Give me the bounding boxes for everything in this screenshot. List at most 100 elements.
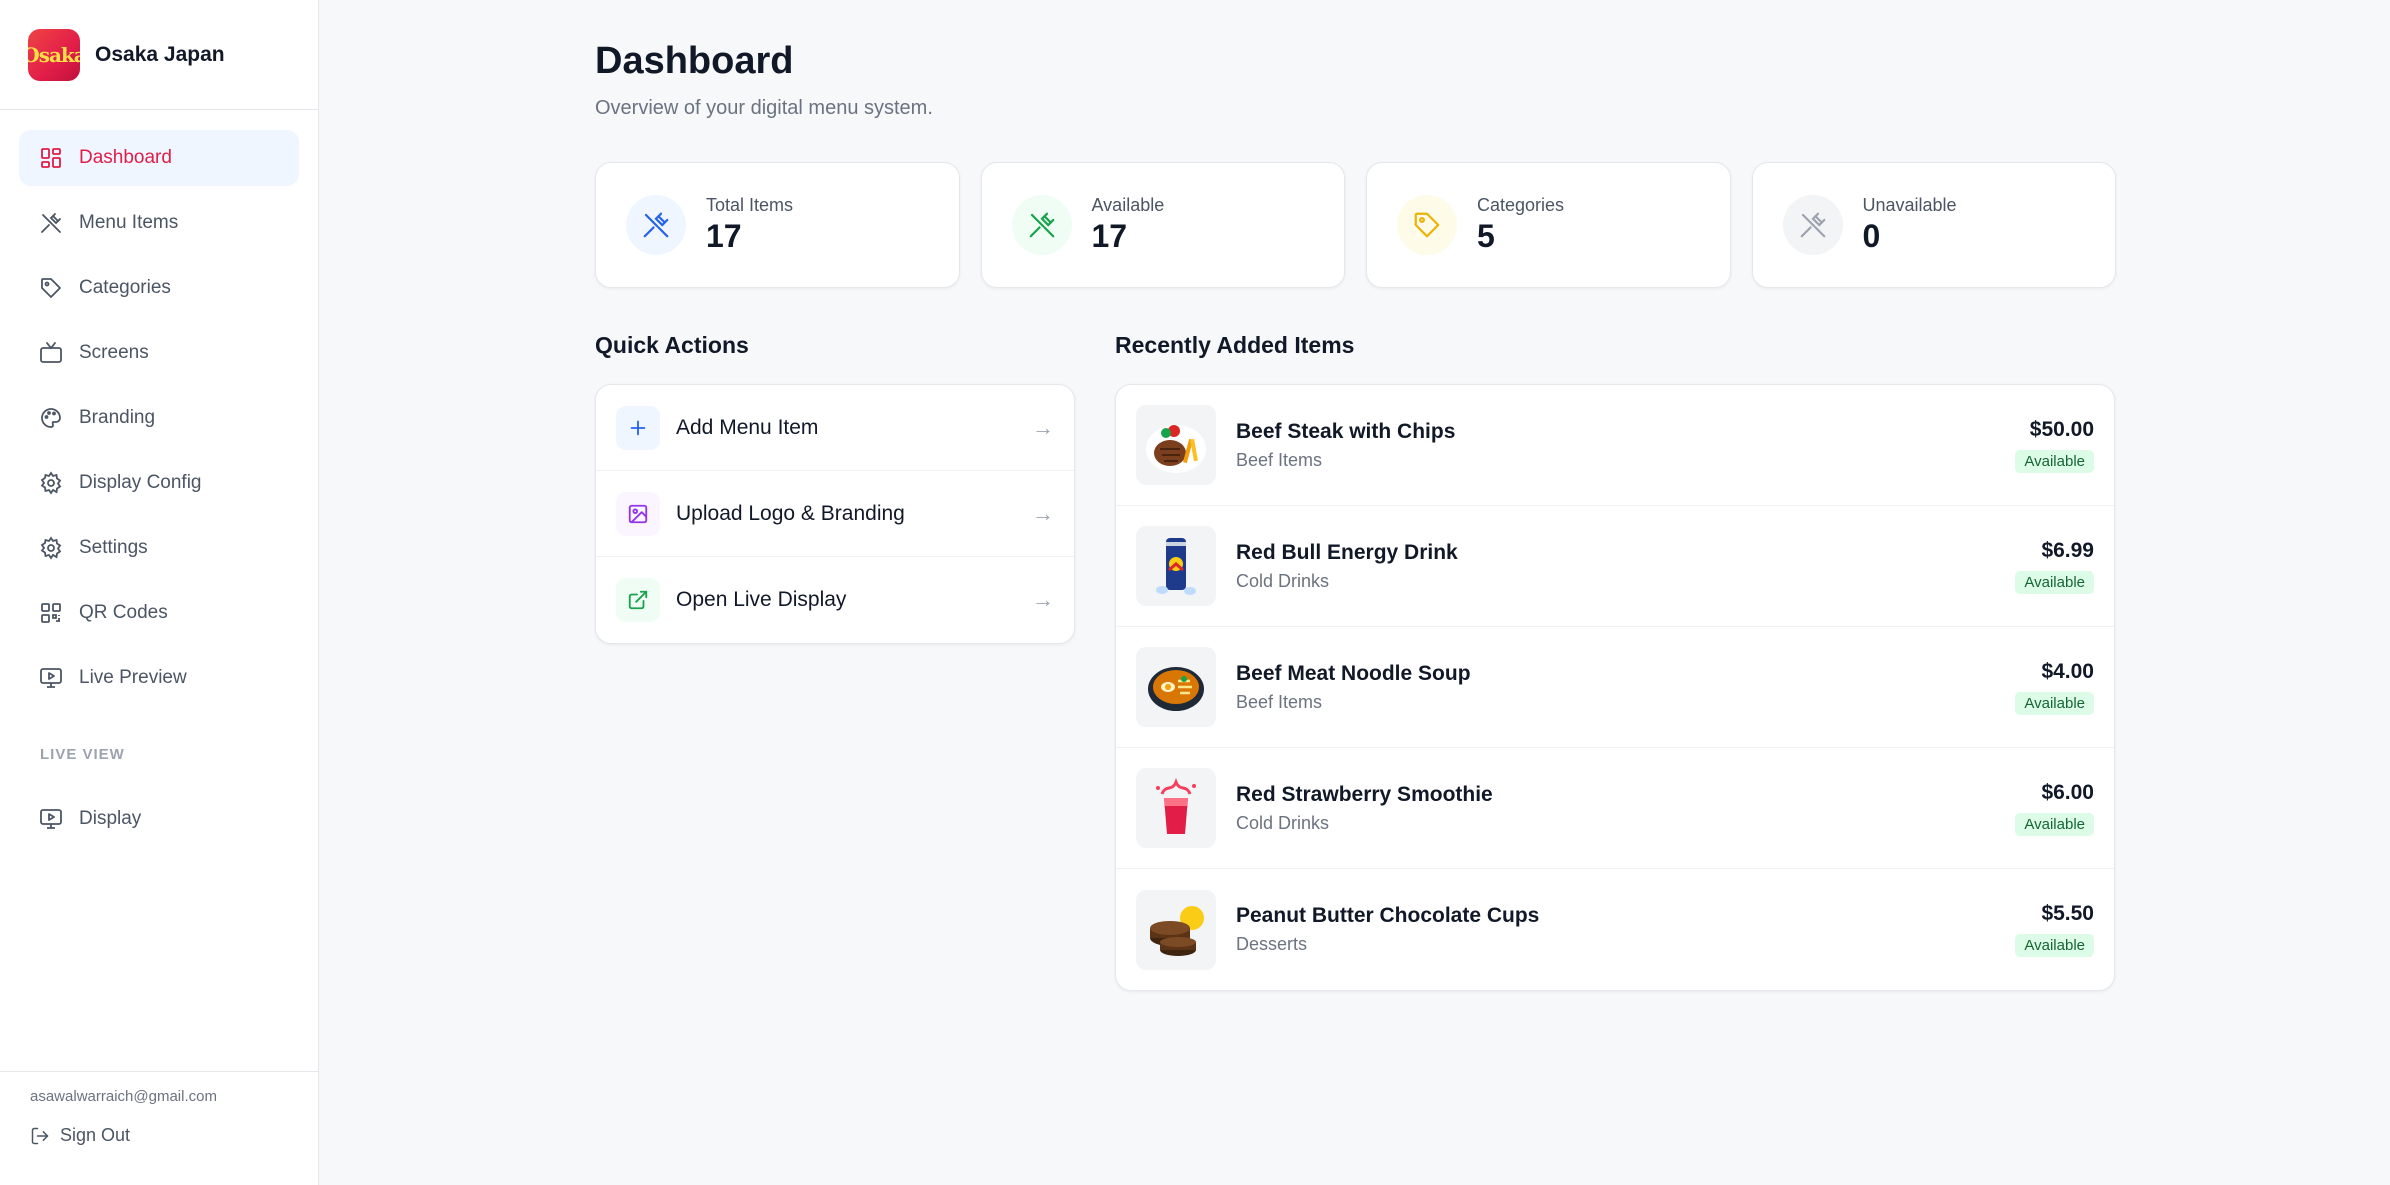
sidebar: Osaka Osaka Japan Dashboard Menu Items C… <box>0 0 319 1185</box>
stat-icon <box>1782 195 1843 255</box>
palette-icon <box>41 408 61 428</box>
list-item[interactable]: Beef Steak with Chips Beef Items $50.00 … <box>1116 385 2114 506</box>
sidebar-item-live-preview[interactable]: Live Preview <box>19 650 299 706</box>
sidebar-item-label: Screens <box>79 342 149 363</box>
sidebar-item-screens[interactable]: Screens <box>19 325 299 381</box>
brand[interactable]: Osaka Osaka Japan <box>0 0 318 110</box>
arrow-right-icon: → <box>1032 414 1054 440</box>
sidebar-item-qr-codes[interactable]: QR Codes <box>19 585 299 641</box>
sidebar-item-label: Display <box>79 808 142 829</box>
bowl-image <box>1136 647 1216 727</box>
item-category: Cold Drinks <box>1236 570 1330 591</box>
stat-value: 17 <box>1091 218 1128 254</box>
tv-icon <box>40 342 62 363</box>
add-menu-item-action[interactable]: Add Menu Item → <box>596 385 1074 471</box>
list-item[interactable]: Beef Meat Noodle Soup Beef Items $4.00 A… <box>1116 627 2114 748</box>
stat-card-total-items: Total Items 17 <box>595 162 960 288</box>
item-category: Desserts <box>1236 934 1308 954</box>
tag-icon <box>41 278 61 298</box>
item-price: $6.99 <box>2041 538 2094 562</box>
page-subtitle: Overview of your digital menu system. <box>595 97 933 119</box>
qr-code-icon <box>41 603 61 623</box>
item-name: Red Strawberry Smoothie <box>1236 782 1493 806</box>
sidebar-item-branding[interactable]: Branding <box>19 390 299 446</box>
utensils-icon <box>1800 212 1825 238</box>
list-item[interactable]: Red Bull Energy Drink Cold Drinks $6.99 … <box>1116 506 2114 627</box>
stat-value: 17 <box>706 218 742 254</box>
sidebar-item-categories[interactable]: Categories <box>19 260 299 316</box>
sidebar-item-label: Display Config <box>79 472 202 493</box>
live-view-nav: Display <box>0 763 318 847</box>
open-live-display-action[interactable]: Open Live Display → <box>596 557 1074 643</box>
sidebar-item-label: Menu Items <box>79 212 179 233</box>
stat-icon <box>1011 195 1072 255</box>
can-image <box>1136 526 1216 606</box>
sidebar-item-settings[interactable]: Settings <box>19 520 299 576</box>
main-content: Dashboard Overview of your digital menu … <box>595 0 2116 991</box>
sidebar-item-menu-items[interactable]: Menu Items <box>19 195 299 251</box>
qa-label: Upload Logo & Branding <box>676 501 905 525</box>
gear-icon <box>40 536 62 560</box>
brand-logo-text: Osaka <box>28 42 80 67</box>
stat-label: Unavailable <box>1862 195 1957 215</box>
stat-card-available: Available 17 <box>980 162 1345 288</box>
dessert-image <box>1136 889 1216 970</box>
status-badge: Available <box>2015 812 2094 836</box>
sidebar-footer: asawalwarraich@gmail.com Sign Out <box>0 1071 319 1185</box>
sidebar-item-display[interactable]: Display <box>19 791 299 847</box>
item-name: Beef Meat Noodle Soup <box>1236 661 1471 685</box>
smoothie-image <box>1136 768 1216 848</box>
external-link-icon <box>628 590 648 610</box>
recent-items-title: Recently Added Items <box>1115 332 1355 358</box>
item-price: $6.00 <box>2041 780 2094 804</box>
plus-icon <box>630 420 646 435</box>
upload-logo-branding-action[interactable]: Upload Logo & Branding → <box>596 471 1074 557</box>
stat-label: Categories <box>1477 195 1565 215</box>
monitor-play-icon <box>40 668 62 688</box>
status-badge: Available <box>2015 691 2094 715</box>
item-category: Beef Items <box>1236 691 1323 712</box>
recent-items-card: Beef Steak with Chips Beef Items $50.00 … <box>1115 384 2115 991</box>
item-name: Red Bull Energy Drink <box>1236 540 1458 564</box>
sidebar-item-label: Settings <box>79 537 148 558</box>
recently-added-items: Recently Added Items Beef Steak with Chi… <box>1115 332 2115 991</box>
status-badge: Available <box>2015 449 2094 473</box>
qa-icon <box>616 491 660 536</box>
stat-value: 5 <box>1477 218 1495 254</box>
sidebar-item-label: Branding <box>79 407 156 428</box>
list-item[interactable]: Peanut Butter Chocolate Cups Desserts $5… <box>1116 869 2114 990</box>
item-name: Peanut Butter Chocolate Cups <box>1236 904 1540 927</box>
image-icon <box>628 504 648 523</box>
sidebar-item-label: Categories <box>79 277 171 298</box>
sidebar-item-label: Dashboard <box>79 147 172 168</box>
qa-icon <box>616 405 660 450</box>
item-name: Beef Steak with Chips <box>1236 419 1456 443</box>
arrow-right-icon: → <box>1032 500 1054 526</box>
stat-icon <box>626 195 686 255</box>
status-badge: Available <box>2015 570 2094 594</box>
qa-label: Add Menu Item <box>676 415 819 439</box>
sidebar-item-display-config[interactable]: Display Config <box>19 455 299 511</box>
utensils-icon <box>643 212 669 238</box>
steak-image <box>1136 405 1216 485</box>
stat-card-categories: Categories 5 <box>1366 162 1731 288</box>
item-category: Cold Drinks <box>1236 812 1330 833</box>
sidebar-item-dashboard[interactable]: Dashboard <box>19 130 299 186</box>
user-email: asawalwarraich@gmail.com <box>30 1088 217 1105</box>
qa-label: Open Live Display <box>676 588 847 611</box>
utensils-icon <box>41 213 61 233</box>
sign-out-button[interactable]: Sign Out <box>30 1125 319 1146</box>
utensils-icon <box>1029 212 1054 238</box>
sign-out-label: Sign Out <box>60 1125 131 1145</box>
stat-icon <box>1397 195 1457 255</box>
sidebar-item-label: Live Preview <box>79 667 187 688</box>
list-item[interactable]: Red Strawberry Smoothie Cold Drinks $6.0… <box>1116 748 2114 869</box>
sidebar-item-label: QR Codes <box>79 602 168 623</box>
stat-label: Total Items <box>706 195 794 215</box>
stats-row: Total Items 17 Available 17 Categories 5 <box>595 162 2116 288</box>
lower-section: Quick Actions Add Menu Item → Upload Log… <box>595 332 2116 991</box>
sidebar-nav: Dashboard Menu Items Categories Screens … <box>0 110 318 706</box>
status-badge: Available <box>2015 934 2094 957</box>
item-price: $4.00 <box>2041 659 2094 683</box>
item-category: Beef Items <box>1236 449 1323 470</box>
